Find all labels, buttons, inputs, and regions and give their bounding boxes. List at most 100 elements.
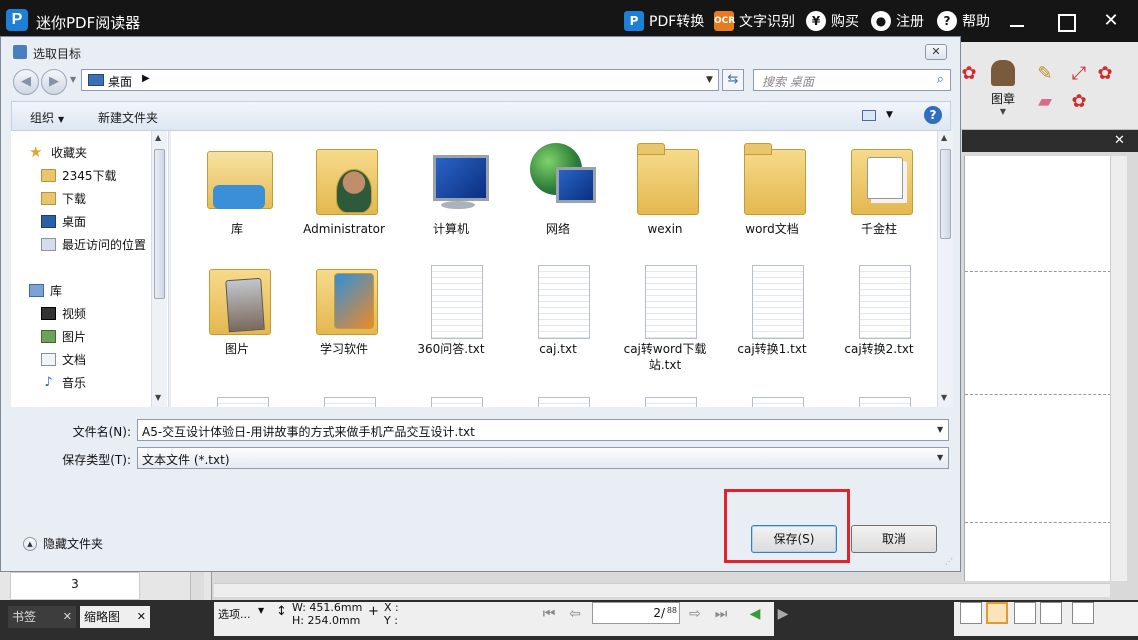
file-list-scroll-thumb[interactable]: [940, 149, 951, 239]
file-item-pictures[interactable]: 图片: [187, 255, 287, 375]
file-item-txt[interactable]: caj转换1.txt: [722, 255, 822, 375]
minimize-button[interactable]: [1004, 8, 1030, 34]
close-document-icon[interactable]: ✕: [1114, 133, 1125, 148]
help-menu-button[interactable]: ? 帮助: [937, 10, 990, 32]
eraser-tool-icon[interactable]: ▰: [1034, 92, 1056, 112]
scroll-up-icon[interactable]: ▲: [155, 133, 161, 142]
pencil-tool-icon[interactable]: ✎: [1034, 64, 1056, 84]
file-item-txt[interactable]: caj.txt: [508, 255, 608, 375]
two-page-continuous-icon[interactable]: [1040, 602, 1062, 624]
filename-dropdown-icon[interactable]: ▼: [937, 425, 943, 434]
ocr-button[interactable]: OCR 文字识别: [714, 10, 795, 32]
organize-button[interactable]: 组织 ▼: [30, 109, 64, 126]
nav-item-2345-downloads[interactable]: 2345下载: [41, 166, 117, 184]
back-view-icon[interactable]: ◀: [744, 604, 766, 624]
back-button[interactable]: ◀: [13, 69, 39, 95]
close-bookmarks-icon[interactable]: ✕: [63, 606, 72, 628]
file-item-wexin[interactable]: wexin: [615, 135, 715, 255]
nav-favorites[interactable]: ★ 收藏夹: [29, 143, 87, 161]
filetype-dropdown-icon[interactable]: ▼: [937, 453, 943, 462]
forward-button[interactable]: ▶: [41, 69, 67, 95]
file-item-partial[interactable]: [615, 387, 715, 407]
save-button[interactable]: 保存(S): [751, 525, 837, 553]
file-item-partial[interactable]: [508, 387, 608, 407]
scroll-down-icon[interactable]: ▼: [941, 393, 947, 402]
change-view-icon[interactable]: [862, 110, 876, 121]
close-thumbnails-icon[interactable]: ✕: [137, 606, 146, 628]
file-item-txt[interactable]: 360问答.txt: [401, 255, 501, 375]
nav-item-downloads[interactable]: 下载: [41, 189, 86, 207]
new-folder-button[interactable]: 新建文件夹: [98, 109, 158, 126]
previous-page-icon[interactable]: ⇦: [564, 604, 586, 624]
register-button[interactable]: ● 注册: [871, 10, 924, 32]
stamp-button[interactable]: 图章 ▼: [984, 60, 1022, 124]
refresh-button[interactable]: ⇆: [722, 69, 744, 91]
change-view-dropdown-icon[interactable]: ▼: [886, 110, 893, 120]
nav-item-videos[interactable]: 视频: [41, 304, 86, 322]
search-input[interactable]: 搜索 桌面 ⌕: [753, 69, 951, 91]
file-item-computer[interactable]: 计算机: [401, 135, 501, 255]
breadcrumb-arrow-icon[interactable]: ▶: [142, 73, 150, 84]
last-page-icon[interactable]: ⏭: [710, 604, 732, 624]
file-item-qianjinzhu[interactable]: 千金柱: [829, 135, 929, 255]
nav-libraries[interactable]: 库: [29, 281, 62, 299]
cloud-tool-icon[interactable]: ✿: [1094, 64, 1116, 84]
document-horizontal-scrollbar[interactable]: [214, 583, 1110, 597]
filetype-select[interactable]: 文本文件 (*.txt): [137, 447, 949, 469]
nav-item-pictures[interactable]: 图片: [41, 327, 86, 345]
file-item-txt[interactable]: caj转word下载站.txt: [615, 255, 715, 375]
arrow-tool-icon[interactable]: ⤢: [1068, 64, 1090, 84]
history-dropdown-icon[interactable]: ▼: [70, 75, 76, 84]
navigation-scroll-thumb[interactable]: [154, 149, 165, 299]
file-item-partial[interactable]: [187, 387, 287, 407]
file-item-partial[interactable]: [722, 387, 822, 407]
tab-bookmarks[interactable]: 书签 ✕: [8, 606, 76, 628]
file-item-partial[interactable]: [294, 387, 394, 407]
document-vertical-scrollbar[interactable]: [1110, 156, 1127, 581]
nav-item-music[interactable]: ♪ 音乐: [41, 373, 86, 391]
fullscreen-view-icon[interactable]: [1072, 602, 1094, 624]
thumbnail-page-number[interactable]: 3: [10, 572, 140, 600]
select-options-button[interactable]: 选项...: [218, 606, 251, 622]
nav-item-documents[interactable]: 文档: [41, 350, 86, 368]
thumbnail-scrollbar[interactable]: [190, 572, 204, 602]
file-item-word-docs[interactable]: word文档: [722, 135, 822, 255]
first-page-icon[interactable]: ⏮: [538, 604, 560, 624]
file-item-partial[interactable]: [401, 387, 501, 407]
search-icon[interactable]: ⌕: [937, 72, 944, 87]
file-list-scrollbar[interactable]: ▲ ▼: [937, 131, 953, 407]
cancel-button[interactable]: 取消: [851, 525, 937, 553]
address-dropdown-icon[interactable]: ▼: [706, 75, 713, 85]
pdf-convert-button[interactable]: P PDF转换: [624, 10, 704, 32]
file-item-administrator[interactable]: Administrator: [294, 135, 394, 255]
polygon-tool-icon[interactable]: ✿: [1068, 92, 1090, 112]
dialog-close-button[interactable]: ✕: [925, 44, 947, 60]
hide-folders-toggle[interactable]: ▲ 隐藏文件夹: [23, 535, 103, 552]
file-item-library[interactable]: 库: [187, 135, 287, 255]
filename-input[interactable]: A5-交互设计体验日-用讲故事的方式来做手机产品交互设计.txt: [137, 419, 949, 441]
shape-tool-icon[interactable]: ✿: [958, 64, 980, 84]
nav-item-recent-places[interactable]: 最近访问的位置: [41, 235, 146, 253]
resize-grip-icon[interactable]: ⋰: [945, 557, 953, 566]
page-number-input[interactable]: 2/ 88: [592, 602, 680, 624]
maximize-button[interactable]: [1052, 8, 1078, 34]
address-location[interactable]: 桌面: [108, 73, 132, 90]
scroll-down-icon[interactable]: ▼: [155, 393, 161, 402]
file-item-partial[interactable]: [829, 387, 929, 407]
close-window-button[interactable]: ✕: [1098, 8, 1124, 34]
forward-view-icon[interactable]: ▶: [772, 604, 794, 624]
address-bar[interactable]: 桌面 ▶ ▼: [81, 69, 719, 91]
single-page-view-icon[interactable]: [960, 602, 982, 624]
two-page-view-icon[interactable]: [1014, 602, 1036, 624]
next-page-icon[interactable]: ⇨: [684, 604, 706, 624]
dialog-help-icon[interactable]: ?: [924, 106, 942, 124]
select-options-dropdown-icon[interactable]: ▼: [258, 606, 264, 615]
scroll-up-icon[interactable]: ▲: [941, 133, 947, 142]
file-item-study-software[interactable]: 学习软件: [294, 255, 394, 375]
file-item-network[interactable]: 网络: [508, 135, 608, 255]
continuous-view-icon[interactable]: [986, 602, 1008, 624]
tab-thumbnails[interactable]: 缩略图 ✕: [80, 606, 150, 628]
navigation-scrollbar[interactable]: ▲ ▼: [151, 131, 167, 407]
buy-button[interactable]: ¥ 购买: [806, 10, 859, 32]
nav-item-desktop[interactable]: 桌面: [41, 212, 86, 230]
